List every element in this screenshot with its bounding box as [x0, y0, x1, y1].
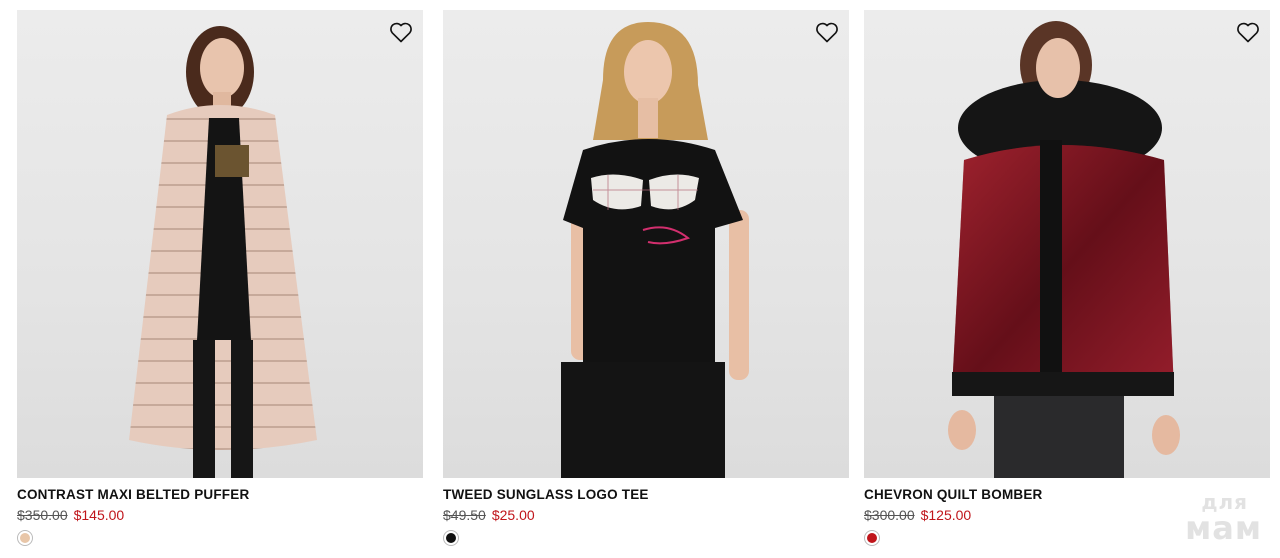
heart-outline-icon — [1237, 22, 1259, 43]
heart-outline-icon — [816, 22, 838, 43]
wishlist-button[interactable] — [1234, 18, 1262, 46]
price-original: $350.00 — [17, 507, 68, 523]
color-swatch[interactable] — [17, 530, 33, 546]
product-image[interactable] — [443, 10, 849, 478]
model-photo — [561, 22, 749, 478]
heart-outline-icon — [390, 22, 412, 43]
color-swatch[interactable] — [864, 530, 880, 546]
wishlist-button[interactable] — [387, 18, 415, 46]
price-original: $49.50 — [443, 507, 486, 523]
price-original: $300.00 — [864, 507, 915, 523]
model-photo — [948, 21, 1180, 478]
product-name[interactable]: TWEED SUNGLASS LOGO TEE — [443, 487, 849, 502]
product-card[interactable]: CONTRAST MAXI BELTED PUFFER $350.00 $145… — [17, 10, 423, 546]
color-swatch[interactable] — [443, 530, 459, 546]
product-name[interactable]: CONTRAST MAXI BELTED PUFFER — [17, 487, 423, 502]
product-card[interactable]: TWEED SUNGLASS LOGO TEE $49.50 $25.00 — [443, 10, 849, 546]
watermark-bottom: мам — [1185, 509, 1262, 547]
price-sale: $25.00 — [491, 507, 535, 523]
product-image[interactable] — [864, 10, 1270, 478]
product-card[interactable]: CHEVRON QUILT BOMBER $300.00 $125.00 — [864, 10, 1270, 546]
price-sale: $125.00 — [920, 507, 972, 523]
product-image[interactable] — [17, 10, 423, 478]
product-grid: CONTRAST MAXI BELTED PUFFER $350.00 $145… — [0, 0, 1280, 558]
watermark-logo: для мам — [1185, 492, 1262, 544]
price-sale: $145.00 — [73, 507, 125, 523]
color-swatches — [17, 530, 423, 546]
model-photo — [129, 26, 317, 478]
wishlist-button[interactable] — [813, 18, 841, 46]
product-prices: $350.00 $145.00 — [17, 507, 423, 523]
color-swatches — [443, 530, 849, 546]
product-prices: $49.50 $25.00 — [443, 507, 849, 523]
